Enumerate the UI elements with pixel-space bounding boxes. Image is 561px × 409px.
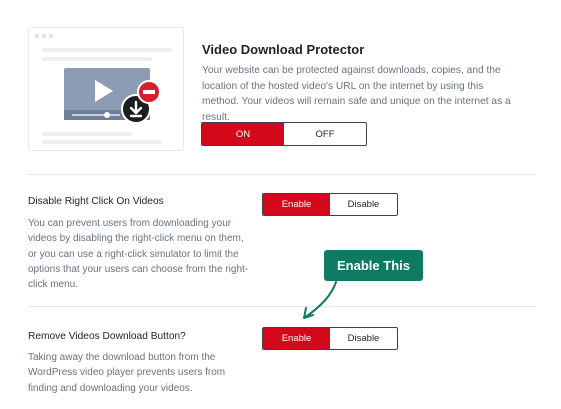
setting-description: You can prevent users from downloading y…: [28, 218, 249, 291]
divider: [28, 306, 536, 307]
blocked-icon: [137, 80, 161, 104]
video-protection-illustration: [28, 27, 184, 151]
placeholder-line: [42, 140, 162, 144]
disable-button[interactable]: Disable: [330, 194, 397, 215]
on-button[interactable]: ON: [202, 123, 284, 145]
setting-title: Remove Videos Download Button?: [28, 331, 186, 342]
section-description: Your website can be protected against do…: [202, 65, 511, 123]
section-title: Video Download Protector: [202, 42, 365, 57]
window-dots: [35, 34, 53, 38]
disable-button[interactable]: Disable: [330, 328, 397, 349]
placeholder-line: [42, 57, 152, 61]
placeholder-line: [42, 132, 132, 136]
divider: [28, 174, 536, 175]
off-button[interactable]: OFF: [284, 123, 366, 145]
protector-toggle: ON OFF: [201, 122, 367, 146]
placeholder-line: [42, 48, 172, 52]
download-button-toggle: Enable Disable: [262, 327, 398, 350]
annotation-callout: Enable This: [324, 250, 423, 281]
play-icon: [95, 80, 113, 102]
setting-title: Disable Right Click On Videos: [28, 196, 164, 207]
setting-description: Taking away the download button from the…: [28, 352, 226, 394]
right-click-toggle: Enable Disable: [262, 193, 398, 216]
enable-button[interactable]: Enable: [263, 194, 330, 215]
enable-button[interactable]: Enable: [263, 328, 330, 349]
annotation-arrow-icon: [303, 281, 337, 319]
